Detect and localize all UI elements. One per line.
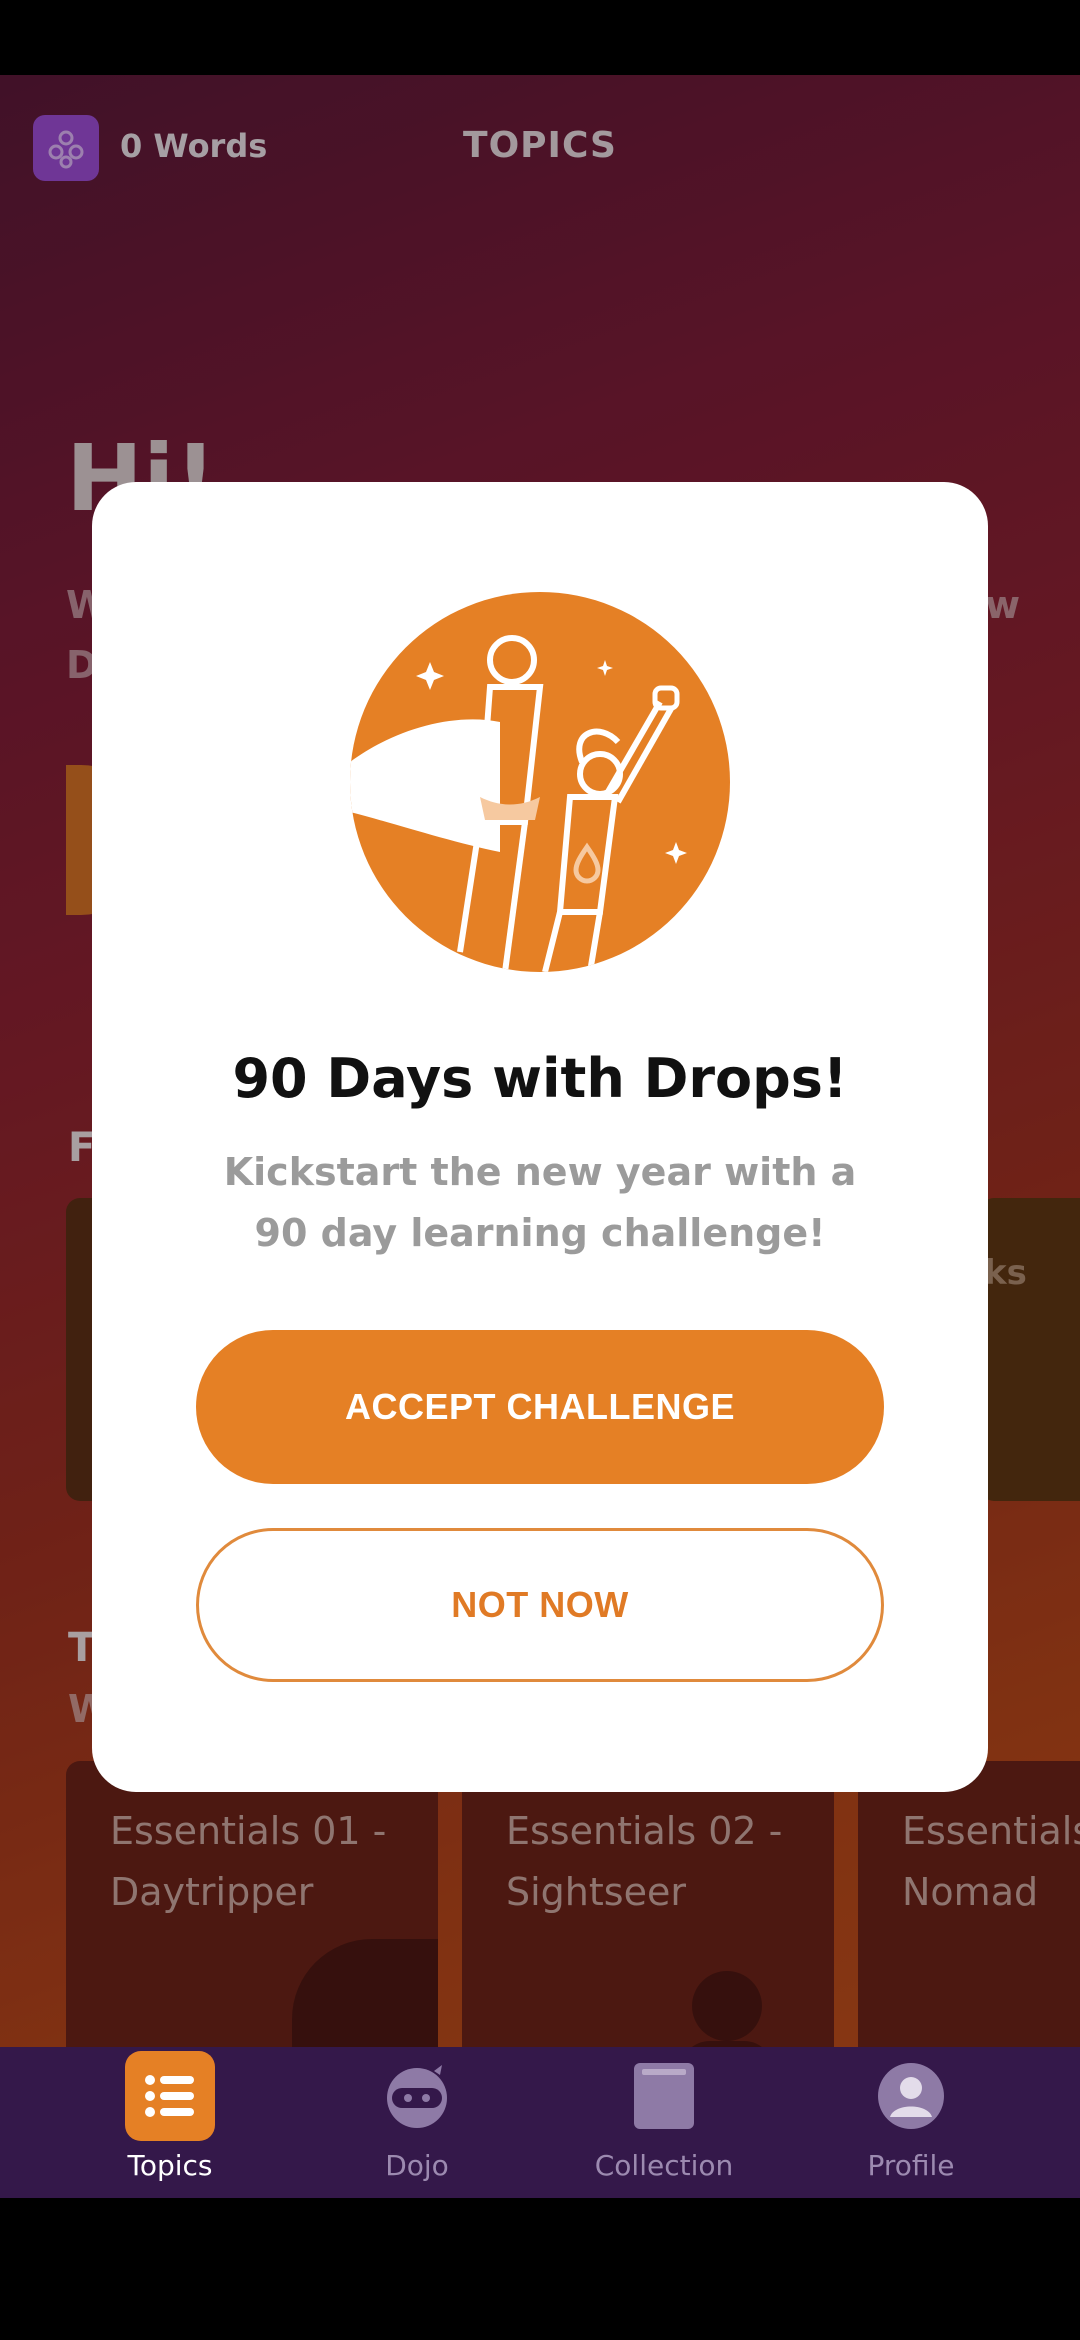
nav-label: Profile (867, 2149, 955, 2182)
challenge-illustration (350, 592, 730, 972)
nav-tab-collection[interactable]: Collection (564, 2047, 764, 2198)
modal-title: 90 Days with Drops! (232, 1047, 848, 1110)
not-now-button[interactable]: NOT NOW (196, 1528, 884, 1682)
nav-tab-profile[interactable]: Profile (811, 2047, 1011, 2198)
accept-challenge-button[interactable]: ACCEPT CHALLENGE (196, 1330, 884, 1484)
nav-tab-dojo[interactable]: Dojo (317, 2047, 517, 2198)
person-icon (866, 2051, 956, 2141)
nav-tab-topics[interactable]: Topics (70, 2047, 270, 2198)
bottom-navigation: Topics Dojo Collection Profile (0, 2047, 1080, 2198)
climbers-icon (350, 635, 687, 972)
nav-label: Collection (594, 2149, 734, 2182)
challenge-modal: 90 Days with Drops! Kickstart the new ye… (92, 482, 988, 1792)
ninja-icon (372, 2051, 462, 2141)
nav-label: Topics (127, 2149, 213, 2182)
book-icon (619, 2051, 709, 2141)
status-bar (0, 0, 1080, 75)
system-nav-area (0, 2198, 1080, 2340)
topics-list-icon (125, 2051, 215, 2141)
nav-label: Dojo (385, 2149, 449, 2182)
modal-subtitle: Kickstart the new year with a 90 day lea… (223, 1150, 857, 1255)
